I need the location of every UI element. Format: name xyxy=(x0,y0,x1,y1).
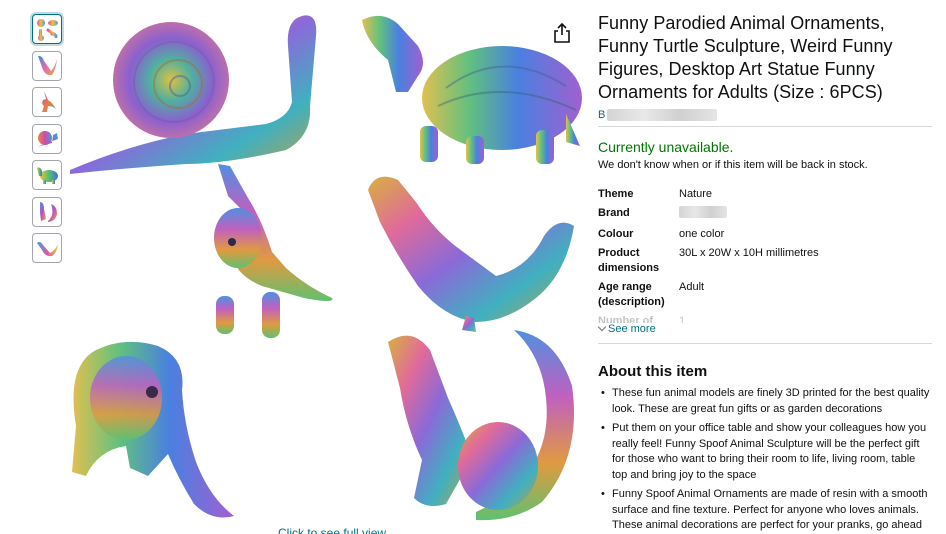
divider xyxy=(598,126,932,127)
snail-figure xyxy=(70,15,317,174)
thumbnail-bird-image xyxy=(38,55,57,75)
spec-value: one color xyxy=(679,228,725,240)
bird-figure xyxy=(368,176,574,332)
redacted-brand-value xyxy=(679,206,727,218)
see-more-label: See more xyxy=(608,323,656,335)
divider xyxy=(598,343,932,344)
spec-value: 30L x 20W x 10H millimetres xyxy=(679,247,819,259)
about-bullet-list: These fun animal models are finely 3D pr… xyxy=(598,386,932,534)
spec-row-number-of: Number of 1 xyxy=(598,314,932,323)
thumbnail-squirrel[interactable] xyxy=(32,196,62,227)
brand-store-link[interactable]: B xyxy=(598,108,932,122)
stock-note: We don't know when or if this item will … xyxy=(598,159,868,171)
share-button[interactable] xyxy=(552,22,572,44)
availability-status: Currently unavailable. xyxy=(598,139,734,155)
thumbnail-unicorn-image xyxy=(42,91,56,112)
about-bullet: Put them on your office table and show y… xyxy=(601,421,932,483)
turtle-figure xyxy=(362,15,582,164)
thumbnail-bird-side-image xyxy=(37,241,58,257)
chevron-down-icon xyxy=(597,322,607,332)
see-more-link[interactable]: See more xyxy=(597,322,932,335)
spec-row-theme: Theme Nature xyxy=(598,187,932,202)
thumbnail-snail-image xyxy=(37,130,58,147)
thumbnail-snail[interactable] xyxy=(32,123,62,154)
squirrel-figure xyxy=(388,330,574,521)
thumbnail-turtle[interactable] xyxy=(32,160,62,190)
product-details: Funny Parodied Animal Ornaments, Funny T… xyxy=(597,12,932,534)
spec-key: Colour xyxy=(598,228,634,240)
about-bullet: Funny Spoof Animal Ornaments are made of… xyxy=(601,487,932,534)
about-section-title: About this item xyxy=(598,363,708,380)
spec-row-brand: Brand xyxy=(598,206,932,223)
thumbnail-strip xyxy=(32,14,64,270)
spec-key: Number of xyxy=(598,315,653,323)
spec-row-colour: Colour one color xyxy=(598,227,932,242)
spec-key: Age range (description) xyxy=(598,281,665,308)
share-icon xyxy=(554,22,570,43)
full-view-link[interactable]: Click to see full view xyxy=(278,526,386,534)
redacted-brand-name xyxy=(607,109,718,121)
thumbnail-all-figures-image xyxy=(37,19,58,41)
thumbnail-squirrel-image xyxy=(40,201,57,222)
thumbnail-bird-side[interactable] xyxy=(32,233,62,263)
figurines-illustration xyxy=(70,15,582,521)
spec-key: Theme xyxy=(598,188,634,200)
spec-key: Brand xyxy=(598,207,630,219)
thumbnail-bird[interactable] xyxy=(32,50,62,81)
brand-link-text: B xyxy=(598,109,606,121)
unicorn-figure xyxy=(214,164,333,338)
thumbnail-all-figures[interactable] xyxy=(32,14,62,44)
spec-value xyxy=(679,206,932,223)
thumbnail-unicorn[interactable] xyxy=(32,87,62,117)
thumbnail-turtle-image xyxy=(37,167,58,184)
product-title: Funny Parodied Animal Ornaments, Funny T… xyxy=(598,13,893,102)
elephant-figure xyxy=(72,341,234,518)
about-bullet: These fun animal models are finely 3D pr… xyxy=(601,386,932,417)
spec-row-dimensions: Product dimensions 30L x 20W x 10H milli… xyxy=(598,246,932,276)
product-specs-table: Theme Nature Brand Colour one color Prod… xyxy=(598,187,932,323)
spec-row-age-range: Age range (description) Adult xyxy=(598,280,932,310)
spec-value: 1 xyxy=(679,315,686,323)
spec-value: Nature xyxy=(679,188,713,200)
spec-key: Product dimensions xyxy=(598,247,660,274)
main-product-image[interactable] xyxy=(66,6,582,528)
spec-value: Adult xyxy=(679,281,705,293)
